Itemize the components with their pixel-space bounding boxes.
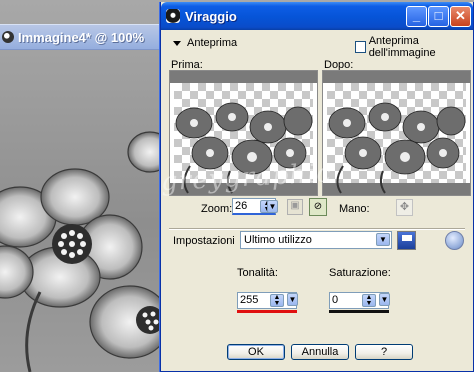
zoom-dropdown-arrow-icon[interactable]: ▼	[267, 200, 278, 213]
saturation-label: Saturazione:	[329, 267, 391, 279]
saturation-dropdown-arrow-icon[interactable]: ▼	[379, 293, 390, 306]
app-icon	[166, 9, 180, 23]
minimize-button[interactable]: _	[406, 6, 427, 27]
collapse-arrow-icon	[173, 40, 181, 46]
image-preview-label: Anteprima dell'immagine	[368, 35, 436, 59]
chevron-down-icon[interactable]: ▼	[376, 233, 390, 246]
saturation-color-bar	[329, 310, 389, 313]
hand-label: Mano:	[339, 203, 370, 215]
image-window-title: Immagine4* @ 100%	[18, 29, 145, 45]
zoom-label: Zoom:	[201, 203, 233, 215]
checkbox-box[interactable]	[355, 41, 366, 53]
flower-artwork	[0, 131, 165, 372]
ok-button[interactable]: OK	[227, 344, 285, 360]
settings-label: Impostazioni	[173, 235, 235, 247]
image-window-titlebar[interactable]: Immagine4* @ 100%	[0, 24, 165, 50]
hue-label: Tonalità:	[237, 267, 278, 279]
dialog-title: Viraggio	[185, 8, 237, 24]
image-preview-checkbox[interactable]: Anteprima dell'immagine	[355, 35, 473, 59]
zoom-value: 26	[235, 200, 248, 212]
close-button[interactable]: ✕	[450, 6, 471, 27]
separator	[169, 228, 465, 230]
zoom-fit-button[interactable]: ▣	[287, 199, 303, 215]
preview-toggle[interactable]: Anteprima	[173, 37, 237, 49]
zoom-reset-button[interactable]: ⊘	[309, 198, 327, 216]
preview-toggle-label: Anteprima	[187, 37, 238, 49]
hue-color-bar	[237, 310, 297, 313]
hand-tool-button[interactable]: ✥	[396, 199, 413, 216]
help-button[interactable]: ?	[355, 344, 413, 360]
maximize-button[interactable]: □	[428, 6, 449, 27]
saturation-value: 0	[332, 294, 339, 306]
save-preset-button[interactable]	[397, 231, 416, 250]
settings-select[interactable]: Ultimo utilizzo ▼	[240, 231, 392, 249]
hue-spinner[interactable]: ▲ ▼	[270, 294, 284, 307]
saturation-spinner[interactable]: ▲ ▼	[362, 294, 376, 307]
cancel-button[interactable]: Annulla	[291, 344, 349, 360]
document-icon	[2, 31, 14, 43]
settings-value: Ultimo utilizzo	[244, 234, 312, 246]
hue-dropdown-arrow-icon[interactable]: ▼	[287, 293, 298, 306]
reset-defaults-button[interactable]	[445, 231, 464, 250]
floppy-disk-icon	[402, 235, 412, 241]
hue-value: 255	[240, 294, 259, 306]
toning-dialog: Viraggio _ □ ✕ Anteprima Anteprima dell'…	[160, 2, 474, 372]
dialog-titlebar[interactable]: Viraggio _ □ ✕	[161, 2, 473, 30]
